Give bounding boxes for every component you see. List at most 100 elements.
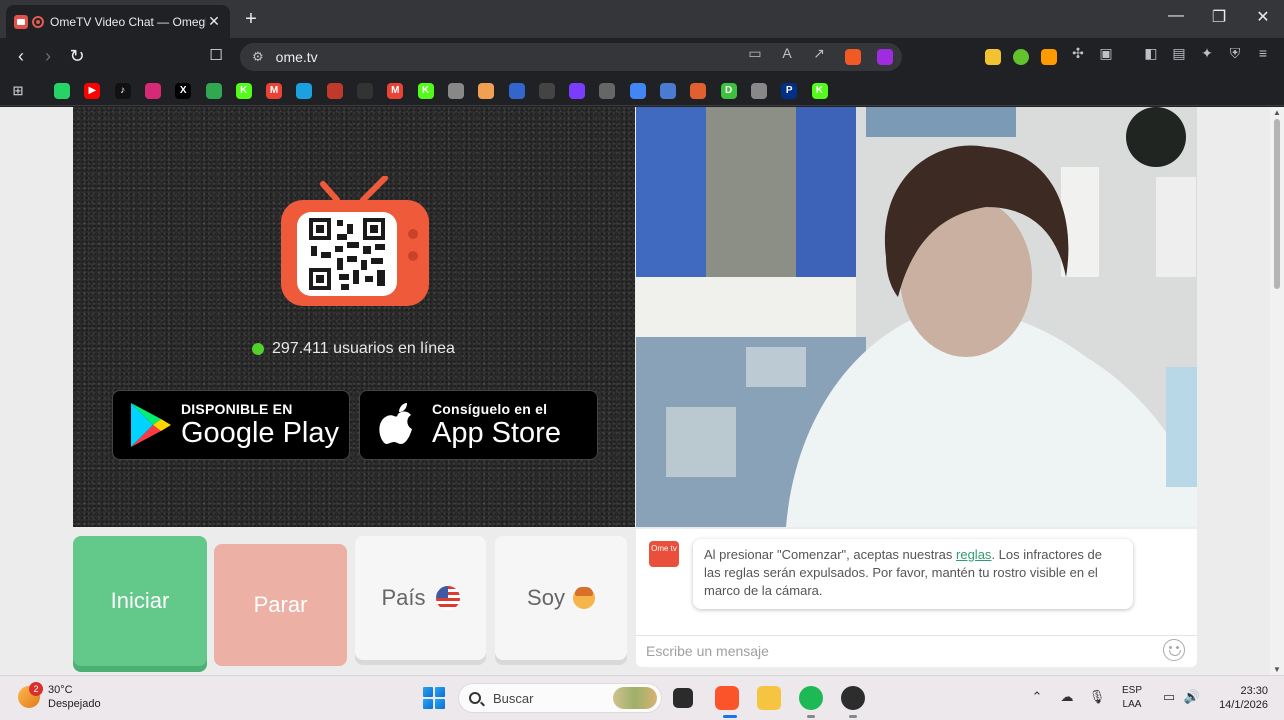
ometv-qr-logo <box>281 176 429 306</box>
globe-icon[interactable] <box>750 83 767 99</box>
play-extension-icon[interactable] <box>1041 49 1057 65</box>
rules-link[interactable]: reglas <box>956 547 991 562</box>
google-play-button[interactable]: DISPONIBLE EN Google Play <box>112 390 350 460</box>
maximize-button[interactable]: ❐ <box>1208 7 1230 27</box>
forward-button[interactable]: › <box>37 46 59 67</box>
paypal-icon[interactable]: P <box>781 83 798 99</box>
browser-toolbar: ‹ › ↻ ☐ ⚙ ome.tv ▭ A ↗ ✣ ▣ ◧ ▤ ✦ ⛨ ≡ <box>0 38 1284 76</box>
url-text: ome.tv <box>275 49 318 65</box>
play-extension-icon[interactable] <box>1013 49 1029 65</box>
system-clock[interactable]: 23:30 14/1/2026 <box>1212 684 1268 712</box>
gmail-icon[interactable]: M <box>266 83 283 99</box>
new-tab-button[interactable]: + <box>240 8 262 31</box>
sidebar-icon[interactable]: ◧ <box>1142 45 1160 63</box>
country-button-label: País <box>381 585 426 610</box>
tab-search-icon[interactable]: ▣ <box>1097 45 1115 63</box>
reload-button[interactable]: ↻ <box>66 46 88 67</box>
k-icon[interactable]: K <box>235 83 252 99</box>
scroll-down-icon[interactable]: ▼ <box>1273 665 1281 674</box>
wifi-icon[interactable]: ▭ <box>1160 689 1178 705</box>
site-info-icon[interactable]: ⚙ <box>252 49 264 65</box>
app-icon[interactable] <box>841 686 865 710</box>
weather-badge: 2 <box>29 682 43 696</box>
system-message: Al presionar "Comenzar", aceptas nuestra… <box>693 539 1133 609</box>
show-hidden-icons-icon[interactable]: ⌃ <box>1028 689 1046 705</box>
male-avatar-icon <box>572 587 595 609</box>
page-scrollbar[interactable]: ▲ ▼ <box>1270 107 1284 675</box>
leo-ai-icon[interactable]: ✦ <box>1198 45 1216 63</box>
bookmark-icon[interactable] <box>569 83 586 99</box>
menu-icon[interactable]: ≡ <box>1254 45 1272 63</box>
bookmark-icon[interactable] <box>508 83 525 99</box>
brave-rewards-icon[interactable] <box>877 49 893 65</box>
spotify-icon[interactable] <box>799 686 823 710</box>
whatsapp-icon[interactable] <box>54 83 70 99</box>
back-button[interactable]: ‹ <box>10 46 32 67</box>
cast-icon[interactable]: ▭ <box>746 45 764 63</box>
clock-date: 14/1/2026 <box>1219 699 1268 711</box>
country-button[interactable]: País <box>355 536 486 660</box>
weather-widget[interactable]: 2 30°C Despejado <box>18 682 101 711</box>
bookmark-icon[interactable] <box>326 83 343 99</box>
docs-icon[interactable] <box>629 83 646 99</box>
tab-bar: OmeTV Video Chat — Omegl ✕ + — ❐ ✕ <box>0 0 1284 38</box>
clock-time: 23:30 <box>1240 685 1268 697</box>
bookmark-icon[interactable] <box>205 83 222 99</box>
brave-shields-icon[interactable] <box>845 49 861 65</box>
browser-tab[interactable]: OmeTV Video Chat — Omegl ✕ <box>6 5 230 38</box>
apple-icon <box>379 403 412 444</box>
d-icon[interactable]: D <box>720 83 737 99</box>
translate-icon[interactable]: A <box>778 45 796 63</box>
scroll-up-icon[interactable]: ▲ <box>1273 108 1281 117</box>
bookmark-icon[interactable] <box>357 83 373 99</box>
google-play-small-text: DISPONIBLE EN <box>181 401 293 417</box>
bookmark-icon[interactable] <box>478 83 495 99</box>
k-icon[interactable]: K <box>811 83 828 99</box>
tab-close-icon[interactable]: ✕ <box>206 13 222 30</box>
x-icon[interactable]: X <box>175 83 192 99</box>
taskbar-search[interactable]: Buscar <box>458 683 662 713</box>
bookmark-icon[interactable] <box>660 83 676 99</box>
close-window-button[interactable]: ✕ <box>1252 7 1274 27</box>
bookmark-icon[interactable] <box>296 83 313 99</box>
app-indicator <box>849 715 857 718</box>
youtube-icon[interactable]: ▶ <box>84 83 101 99</box>
stop-button-label: Parar <box>253 592 308 617</box>
task-view-icon[interactable] <box>673 688 693 708</box>
vpn-icon[interactable]: ⛨ <box>1226 45 1244 63</box>
windows-start-icon[interactable] <box>423 687 445 709</box>
bookmark-page-icon[interactable]: ☐ <box>205 46 227 64</box>
gender-button[interactable]: Soy <box>495 536 627 660</box>
bookmark-icon[interactable] <box>690 83 707 99</box>
bookmarks-bar: ⊞ ▶ ♪ X K M M K D P K <box>0 76 1284 106</box>
chat-message-input[interactable] <box>646 640 1146 662</box>
file-explorer-icon[interactable] <box>757 686 781 710</box>
address-bar[interactable]: ⚙ ome.tv <box>240 43 902 71</box>
apps-grid-icon[interactable]: ⊞ <box>10 83 26 99</box>
extensions-puzzle-icon[interactable]: ✣ <box>1069 45 1087 63</box>
weather-sun-icon: 2 <box>18 682 43 708</box>
gmail-icon[interactable]: M <box>387 83 404 99</box>
minimize-button[interactable]: — <box>1165 7 1187 25</box>
wallet-icon[interactable]: ▤ <box>1170 45 1188 63</box>
brave-browser-icon[interactable] <box>715 686 739 710</box>
microphone-icon[interactable]: 🎙 <box>1088 689 1106 705</box>
tab-title: OmeTV Video Chat — Omegl <box>50 14 206 29</box>
bookmark-icon[interactable] <box>599 83 616 99</box>
online-users-counter: 297.411 usuarios en línea <box>252 340 455 358</box>
extension-icon[interactable] <box>985 49 1001 65</box>
bookmark-icon[interactable] <box>538 83 555 99</box>
tiktok-icon[interactable]: ♪ <box>114 83 131 99</box>
volume-icon[interactable]: 🔊 <box>1183 689 1201 705</box>
emoji-icon[interactable] <box>1163 639 1185 661</box>
app-store-button[interactable]: Consíguelo en el App Store <box>359 390 598 460</box>
language-indicator[interactable]: ESP LAA <box>1122 684 1142 712</box>
k-icon[interactable]: K <box>417 83 434 99</box>
bookmark-icon[interactable] <box>447 83 464 99</box>
scrollbar-thumb[interactable] <box>1274 119 1280 289</box>
network-icon[interactable]: ☁ <box>1058 689 1076 705</box>
share-icon[interactable]: ↗ <box>810 45 828 63</box>
start-button[interactable]: Iniciar <box>73 536 207 666</box>
instagram-icon[interactable] <box>144 83 161 99</box>
stop-button[interactable]: Parar <box>214 544 347 666</box>
